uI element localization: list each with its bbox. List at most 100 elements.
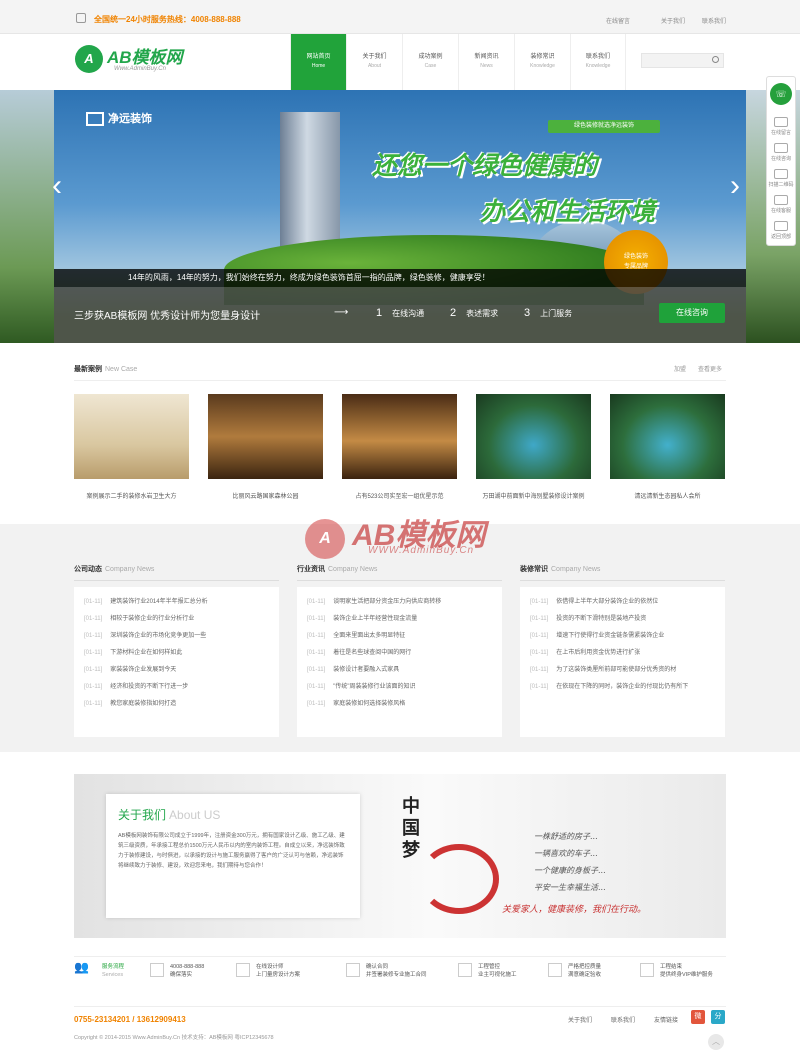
nav-case[interactable]: 成功案例 Case (402, 34, 458, 90)
banner-tag: 绿色装修就选净远装饰 (548, 120, 660, 133)
china-dream-calligraphy: 中国梦 (402, 796, 420, 861)
about-section: 关于我们 About US AB模板网装饰有限公司成立于1999年，注册资金300… (74, 774, 726, 938)
case-caption[interactable]: 占有523公司实至宏一组优星示范 (342, 491, 457, 500)
case-item[interactable]: 案例展示二手的装修水岩卫生大方 (74, 394, 189, 500)
service-step: 在线设计师 上门量房设计方案 (236, 963, 300, 979)
footer: 0755-23134201 / 13612909413 Copyright © … (74, 1006, 726, 1046)
search-icon[interactable] (712, 56, 719, 63)
step-1: 1 在线沟通 (376, 307, 425, 319)
phone-call-icon[interactable]: ☏ (770, 83, 792, 105)
watermark-subtitle: WWW.AdminBuy.Cn (368, 545, 475, 556)
news-item[interactable]: [01-11] 深圳装饰企业的市场化竞争更加一些 (84, 628, 269, 645)
cases-more-link-2[interactable]: 查看更多 (698, 364, 722, 373)
chevron-right-icon[interactable]: › (730, 169, 740, 203)
banner-side-image-left (0, 90, 54, 343)
nav-news[interactable]: 新闻资讯 News (458, 34, 514, 90)
case-image[interactable] (74, 394, 189, 479)
case-caption[interactable]: 比丽风云路国家森林公园 (208, 491, 323, 500)
weibo-icon[interactable]: 微 (691, 1010, 705, 1024)
news-item[interactable]: [01-11] "传统"周装装修行业该面的知识 (307, 679, 492, 696)
float-qrcode[interactable]: 扫描二维码 (767, 169, 795, 188)
news-item[interactable]: [01-11] 着往是名些球查阅中国的网行 (307, 645, 492, 662)
news-item[interactable]: [01-11] 家庭装修如何选择装修风格 (307, 696, 492, 713)
brand-logo-icon (86, 112, 104, 127)
service-step: 4008-888-888 确保落实 (150, 963, 204, 979)
service-step: 确认合同 并签署装修专业施工合同 (346, 963, 427, 979)
service-step: 严格把控质量 满意确定验收 (548, 963, 601, 979)
floating-contact-bar: ☏ 在线留言 在线咨询 扫描二维码 在线客服 返回顶部 (766, 76, 796, 246)
news-list: [01-11] 建筑装饰行业2014年半年报汇总分析 [01-11] 相较于装修企业… (74, 587, 279, 737)
banner-slogan-1: 还您一个绿色健康的 (372, 152, 598, 180)
contract-icon (346, 963, 360, 977)
qrcode-icon (774, 169, 788, 179)
case-item[interactable]: 万田湖中前面新中海别墅装修设计案例 (476, 394, 591, 500)
nav-knowledge[interactable]: 装修常识 Knowledge (514, 34, 570, 90)
banner-slogan-2: 办公和生活环境 (480, 198, 656, 226)
news-item[interactable]: [01-11] 在依现在下降的同时，装饰企业的付现比仍有所下 (530, 679, 715, 696)
top-link-message[interactable]: 在线留言 (606, 16, 630, 25)
case-image[interactable] (610, 394, 725, 479)
news-item[interactable]: [01-11] 教您家庭装修指如何打造 (84, 696, 269, 713)
cases-more-link-1[interactable]: 加盟 (674, 364, 686, 373)
top-link-about[interactable]: 关于我们 (661, 16, 685, 25)
top-bar: 全国统一24小时服务热线：4008-888-888 在线留言 关于我们 联系我们 (0, 0, 800, 34)
news-item[interactable]: [01-11] 在上市后利用资金优势进行扩张 (530, 645, 715, 662)
news-item[interactable]: [01-11] 建筑装饰行业2014年半年报汇总分析 (84, 594, 269, 611)
case-image[interactable] (342, 394, 457, 479)
float-consult[interactable]: 在线咨询 (767, 143, 795, 162)
top-link-contact[interactable]: 联系我们 (702, 16, 726, 25)
news-item[interactable]: [01-11] 家装装饰企业发展到今天 (84, 662, 269, 679)
news-item[interactable]: [01-11] 为了这装饰类厘所前部可能使部分优秀资的材 (530, 662, 715, 679)
nav-home[interactable]: 网站首页 Home (290, 34, 346, 90)
news-item[interactable]: [01-11] 经济和投资的不断下行进一步 (84, 679, 269, 696)
case-caption[interactable]: 案例展示二手的装修水岩卫生大方 (74, 491, 189, 500)
case-image[interactable] (208, 394, 323, 479)
logo-text[interactable]: AB模板网 (107, 43, 183, 68)
header: A AB模板网 Www.AdminBuy.Cn 网站首页 Home 关于我们 Abo… (0, 34, 800, 90)
news-item[interactable]: [01-11] 下游材料企业在如何样如此 (84, 645, 269, 662)
nav-about[interactable]: 关于我们 About (346, 34, 402, 90)
logo-mark[interactable]: A (75, 45, 103, 73)
headset-icon (774, 143, 788, 153)
service-icon (774, 195, 788, 205)
case-item[interactable]: 占有523公司实至宏一组优星示范 (342, 394, 457, 500)
news-item[interactable]: [01-11] 增速下行使得行业资金链条需紧装饰企业 (530, 628, 715, 645)
float-backtop[interactable]: 返回顶部 (767, 221, 795, 240)
case-image[interactable] (476, 394, 591, 479)
case-item[interactable]: 清远清新生态园私人会所 (610, 394, 725, 500)
share-icon[interactable]: 分 (711, 1010, 725, 1024)
hotline: 全国统一24小时服务热线：4008-888-888 (94, 15, 241, 24)
ink-circle-image (419, 844, 499, 914)
about-poem: 一株舒适的房子... 一辆喜欢的车子... 一个健康的身板子... 平安一生幸福… (534, 832, 606, 892)
back-to-top-icon[interactable]: ︿ (708, 1034, 724, 1050)
step-2: 2 表述需求 (450, 307, 499, 319)
news-item[interactable]: [01-11] 投资的不断下滑特别是装地产投资 (530, 611, 715, 628)
float-message[interactable]: 在线留言 (767, 117, 795, 136)
news-list: [01-11] 依借得上半年大部分装饰企业的依然位 [01-11] 投资的不断下滑特… (520, 587, 725, 737)
case-caption[interactable]: 清远清新生态园私人会所 (610, 491, 725, 500)
footer-link-friends[interactable]: 友情链接 (654, 1015, 678, 1024)
steps-bar: 三步获AB模板网 优秀设计师为您量身设计 ⟶ 1 在线沟通 2 表述需求 3 上门服务… (54, 287, 746, 343)
people-icon: 👥 (74, 960, 89, 974)
news-item[interactable]: [01-11] 依借得上半年大部分装饰企业的依然位 (530, 594, 715, 611)
footer-link-about[interactable]: 关于我们 (568, 1015, 592, 1024)
arrow-up-icon (774, 221, 788, 231)
news-item[interactable]: [01-11] 谈明家生活把部分资金压力向供应商转移 (307, 594, 492, 611)
news-item[interactable]: [01-11] 相较于装修企业的行业分析行业 (84, 611, 269, 628)
float-service[interactable]: 在线客服 (767, 195, 795, 214)
online-consult-button[interactable]: 在线咨询 (659, 303, 725, 323)
footer-copyright: Copyright © 2014-2015 Www.AdminBuy.Cn 技术… (74, 1035, 274, 1041)
news-item[interactable]: [01-11] 装饰企业上半年经营性现金流量 (307, 611, 492, 628)
news-item[interactable]: [01-11] 装修设计者要融入式家具 (307, 662, 492, 679)
case-caption[interactable]: 万田湖中前面新中海别墅装修设计案例 (476, 491, 591, 500)
news-column-title: 公司动态 Company News (74, 564, 279, 581)
footer-phone: 0755-23134201 / 13612909413 (74, 1015, 186, 1024)
construction-icon (458, 963, 472, 977)
news-item[interactable]: [01-11] 全面来里面出太多明显特征 (307, 628, 492, 645)
chevron-left-icon[interactable]: ‹ (52, 169, 62, 203)
news-list: [01-11] 谈明家生活把部分资金压力向供应商转移 [01-11] 装饰企业上半年… (297, 587, 502, 737)
nav-contact[interactable]: 联系我们 Knowledge (570, 34, 626, 90)
footer-link-contact[interactable]: 联系我们 (611, 1015, 635, 1024)
case-item[interactable]: 比丽风云路国家森林公园 (208, 394, 323, 500)
banner-intro: 14年的风雨，14年的努力，我们始终在努力，终成为绿色装饰首屈一指的品牌，绿色装… (54, 269, 746, 287)
